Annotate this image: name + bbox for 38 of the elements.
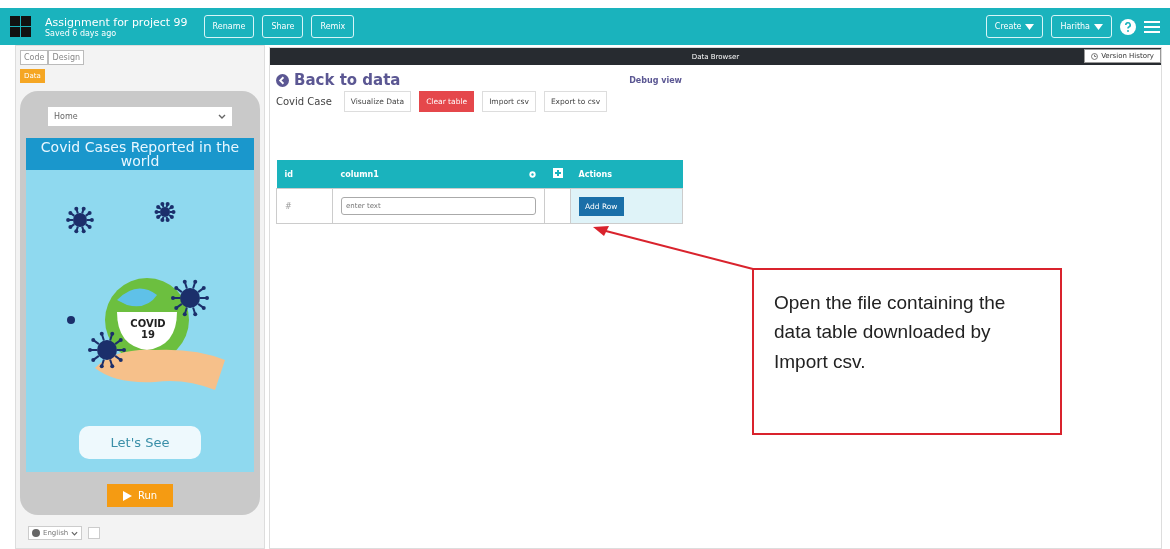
saved-status: Saved 6 days ago [45, 28, 118, 38]
virus-icon [171, 279, 209, 317]
header-button[interactable]: Rename [203, 15, 255, 38]
caret-icon [1094, 23, 1103, 30]
clock-icon [1091, 52, 1099, 60]
app-banner: Covid Cases Reported in the world [26, 138, 254, 170]
header-menu[interactable]: Create [985, 15, 1044, 38]
add-column-icon[interactable] [552, 168, 563, 178]
editor-tab[interactable]: Code [20, 50, 49, 65]
annotation-callout: Open the file containing the data table downloaded by Import csv. [752, 268, 1062, 435]
editor-tab[interactable]: Design [48, 50, 85, 65]
table-cell: # [276, 188, 333, 224]
table-name: Covid Case [276, 96, 332, 107]
lets-see-button[interactable]: Let's See [78, 426, 202, 459]
project-title: Assignment for project 99 [45, 15, 188, 29]
screen-dropdown[interactable]: Home [48, 107, 232, 126]
virus-icon [66, 206, 94, 234]
column-header: column1 [332, 160, 545, 189]
chevron-down-icon [71, 530, 79, 536]
back-link[interactable]: Back to data [276, 71, 401, 89]
mask-text: 19 [140, 329, 156, 340]
header-button[interactable]: Remix [311, 15, 355, 38]
chevron-down-icon [218, 114, 226, 119]
debug-link[interactable]: Debug view [629, 75, 682, 85]
caret-icon [1025, 23, 1035, 30]
help-icon[interactable] [1120, 18, 1136, 35]
virus-icon [88, 331, 126, 369]
play-icon [122, 490, 132, 501]
column-header: id [276, 160, 333, 189]
column-header: Actions [570, 160, 683, 189]
header-menu[interactable]: Haritha [1051, 15, 1112, 38]
header-button[interactable]: Share [262, 15, 304, 38]
logo-icon [10, 16, 31, 37]
run-button[interactable]: Run [106, 484, 174, 507]
settings-icon[interactable] [527, 169, 537, 179]
mask-text: COVID [129, 318, 167, 329]
menu-icon[interactable] [1144, 19, 1160, 34]
virus-icon [154, 201, 176, 223]
